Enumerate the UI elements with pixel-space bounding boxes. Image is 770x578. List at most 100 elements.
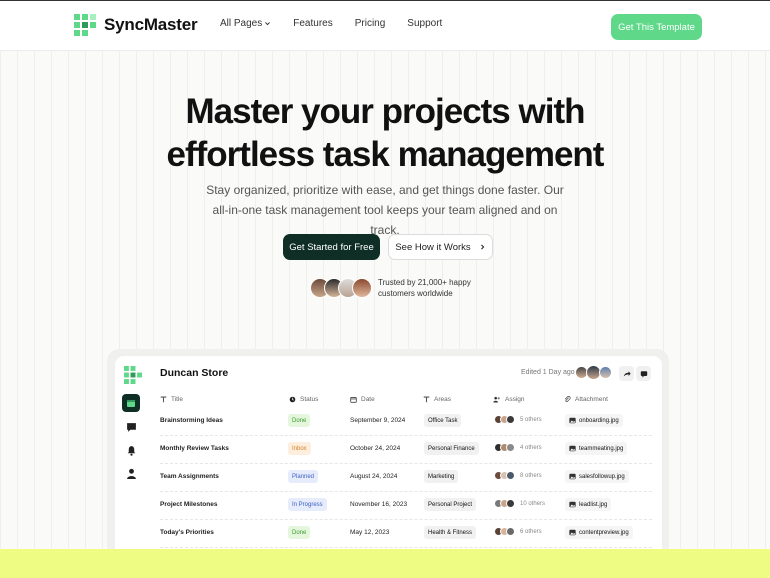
attachment-chip[interactable]: salesfollowup.jpg — [565, 470, 629, 483]
task-date: November 16, 2023 — [350, 501, 408, 508]
comment-icon — [640, 370, 647, 378]
others-count: 10 others — [520, 500, 546, 507]
edited-text: Edited 1 Day ago — [521, 369, 575, 376]
area-tag[interactable]: Personal Project — [424, 498, 477, 511]
status-badge[interactable]: Done — [288, 414, 311, 427]
avatar — [506, 527, 515, 536]
attachment-chip[interactable]: contentpreview.jpg — [565, 526, 633, 539]
see-how-button[interactable]: See How it Works — [388, 234, 493, 260]
attachment-chip[interactable]: leadlist.jpg — [565, 498, 612, 511]
users-icon — [493, 396, 500, 403]
nav-features[interactable]: Features — [293, 18, 332, 29]
column-title-label: Title — [171, 396, 184, 403]
get-started-button[interactable]: Get Started for Free — [283, 234, 380, 260]
app-logo-icon — [124, 366, 142, 384]
avatar — [352, 278, 372, 298]
task-title: Monthly Review Tasks — [160, 445, 229, 452]
assignees[interactable]: 10 others — [494, 499, 545, 508]
text-type-icon — [423, 396, 430, 403]
avatar — [599, 366, 612, 379]
column-status-label: Status — [300, 396, 319, 403]
column-areas-label: Areas — [434, 396, 451, 403]
nav-all-pages[interactable]: All Pages — [220, 18, 271, 29]
column-areas[interactable]: Areas — [423, 396, 451, 403]
hero-subtitle: Stay organized, prioritize with ease, an… — [206, 183, 564, 237]
table-row[interactable]: Brainstorming Ideas Done September 9, 2024… — [160, 408, 652, 436]
area-tag[interactable]: Office Task — [424, 414, 462, 427]
task-date: August 24, 2024 — [350, 473, 398, 480]
share-button[interactable] — [619, 366, 634, 381]
store-title: Duncan Store — [160, 367, 229, 379]
nav-all-pages-label: All Pages — [220, 18, 263, 29]
area-tag[interactable]: Marketing — [424, 470, 459, 483]
brand-name: SyncMaster — [104, 15, 198, 34]
hero-title-line-1: Master your projects with — [185, 92, 586, 131]
attachment-chip[interactable]: onboarding.jpg — [565, 414, 623, 427]
assignees[interactable]: 5 others — [494, 415, 542, 424]
task-date: September 9, 2024 — [350, 417, 406, 424]
avatar — [506, 499, 515, 508]
chevron-right-icon — [480, 244, 484, 250]
get-template-button[interactable]: Get This Template — [611, 14, 702, 40]
task-title: Team Assignments — [160, 473, 219, 480]
status-badge[interactable]: Done — [288, 526, 311, 539]
footer-band — [0, 549, 770, 578]
column-status[interactable]: Status — [289, 396, 318, 403]
status-badge[interactable]: In Progress — [288, 498, 327, 511]
nav-support[interactable]: Support — [407, 18, 442, 29]
column-assign[interactable]: Assign — [493, 396, 525, 403]
column-date[interactable]: Date — [350, 396, 375, 403]
user-icon[interactable] — [122, 464, 140, 482]
avatar — [506, 415, 515, 424]
hero-title-line-2: effortless task management — [166, 135, 605, 174]
attachment-name: leadlist.jpg — [579, 501, 608, 508]
nav-pricing[interactable]: Pricing — [355, 18, 386, 29]
attachment-chip[interactable]: teammeating.jpg — [565, 442, 628, 455]
task-title: Brainstorming Ideas — [160, 417, 223, 424]
status-badge[interactable]: Planned — [288, 470, 319, 483]
assignees[interactable]: 8 others — [494, 471, 542, 480]
assignees[interactable]: 6 others — [494, 527, 542, 536]
task-date: May 12, 2023 — [350, 529, 390, 536]
attachment-name: salesfollowup.jpg — [579, 473, 625, 480]
table-row[interactable]: Today's Priorities Done May 12, 2023 Health… — [160, 520, 652, 548]
task-title: Today's Priorities — [160, 529, 214, 536]
task-title: Project Milestones — [160, 501, 218, 508]
attachment-name: onboarding.jpg — [579, 417, 619, 424]
comment-button[interactable] — [636, 366, 651, 381]
attachment-name: contentpreview.jpg — [579, 529, 629, 536]
table-row[interactable]: Project Milestones In Progress November 16… — [160, 492, 652, 520]
column-date-label: Date — [361, 396, 375, 403]
area-tag[interactable]: Health & Fitness — [424, 526, 477, 539]
chevron-down-icon — [265, 22, 271, 26]
image-file-icon — [569, 417, 576, 424]
see-how-label: See How it Works — [395, 241, 471, 253]
column-title[interactable]: Title — [160, 396, 183, 403]
calendar-icon[interactable] — [122, 394, 140, 412]
trusted-line-1: Trusted by 21,000+ happy — [378, 278, 471, 287]
column-attachment[interactable]: Attachment — [564, 396, 608, 403]
hero-title: Master your projects with effortless tas… — [0, 90, 770, 176]
bell-icon[interactable] — [122, 441, 140, 459]
paperclip-icon — [564, 396, 571, 403]
trusted-text: Trusted by 21,000+ happy customers world… — [378, 277, 478, 299]
column-assign-label: Assign — [505, 396, 525, 403]
calendar-small-icon — [350, 396, 357, 403]
image-file-icon — [569, 445, 576, 452]
chat-icon[interactable] — [122, 418, 140, 436]
image-file-icon — [569, 529, 576, 536]
status-badge[interactable]: Inbox — [288, 442, 311, 455]
status-icon — [289, 396, 296, 403]
others-count: 4 others — [520, 444, 542, 451]
assignees[interactable]: 4 others — [494, 443, 542, 452]
logo[interactable]: SyncMaster — [74, 14, 198, 36]
table-row[interactable]: Team Assignments Planned August 24, 2024 Ma… — [160, 464, 652, 492]
share-arrow-icon — [623, 370, 631, 376]
table-row[interactable]: Monthly Review Tasks Inbox October 24, 202… — [160, 436, 652, 464]
area-tag[interactable]: Personal Finance — [424, 442, 479, 455]
task-date: October 24, 2024 — [350, 445, 401, 452]
others-count: 5 others — [520, 416, 542, 423]
site-header: SyncMaster All Pages Features Pricing Su… — [0, 1, 770, 51]
image-file-icon — [569, 473, 576, 480]
others-count: 8 others — [520, 472, 542, 479]
